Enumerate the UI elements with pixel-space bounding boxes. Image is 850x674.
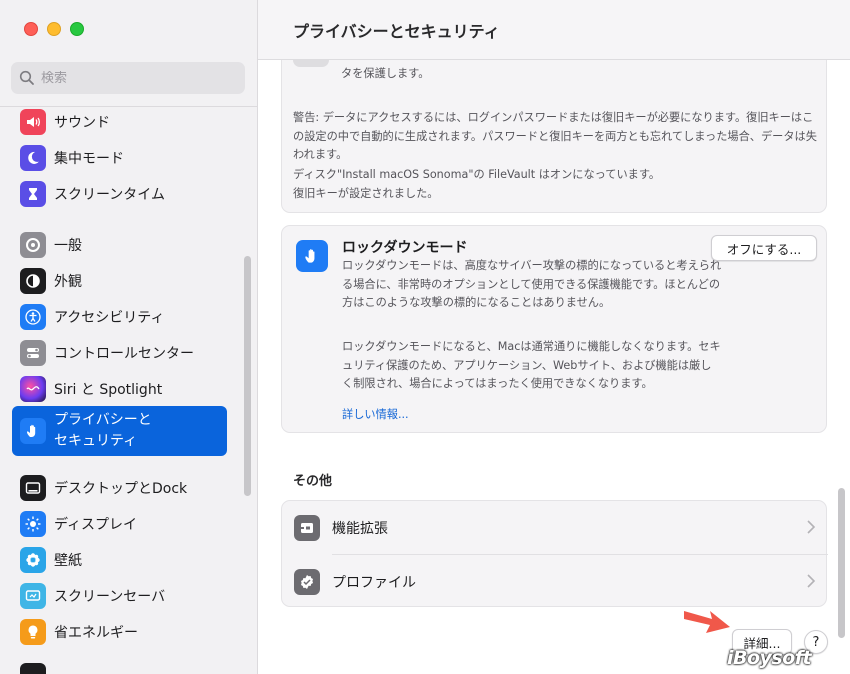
sidebar-item-accessibility[interactable]: アクセシビリティ (12, 300, 227, 334)
system-settings-window: サウンド 集中モード スクリーンタイム 一般 (0, 0, 850, 674)
sidebar-item-label: スクリーンタイム (54, 187, 166, 203)
row-extensions[interactable]: 機能拡張 (282, 501, 828, 554)
lockdown-description: ロックダウンモードは、高度なサイバー攻撃の標的になっていると考えられる場合に、非… (342, 259, 722, 309)
search-field[interactable] (11, 62, 245, 94)
wallpaper-icon (20, 547, 46, 573)
sidebar-item-screen-saver[interactable]: スクリーンセーバ (12, 579, 227, 613)
page-title: プライバシーとセキュリティ (293, 22, 500, 41)
siri-icon (20, 376, 46, 402)
row-label: プロファイル (332, 574, 416, 591)
sidebar-item-label: アクセシビリティ (54, 310, 165, 326)
minimize-window-button[interactable] (47, 22, 61, 36)
extensions-icon (294, 514, 320, 541)
close-window-button[interactable] (24, 22, 38, 36)
chevron-right-icon (807, 520, 816, 534)
sidebar-item-label: 一般 (54, 238, 82, 254)
filevault-status: ディスク"Install macOS Sonoma"の FileVault はオ… (293, 168, 661, 200)
sidebar-list: サウンド 集中モード スクリーンタイム 一般 外観 アクセシビリティ コントロー… (0, 107, 258, 674)
sidebar-item-wallpaper[interactable]: 壁紙 (12, 543, 227, 577)
dock-icon (20, 475, 46, 501)
main-pane: プライバシーとセキュリティ タを保護します。 警告: データにアクセスするには、… (258, 0, 850, 674)
gear-icon (20, 232, 46, 258)
toolbar: プライバシーとセキュリティ (258, 0, 850, 60)
others-card: 機能拡張 プロファイル (281, 500, 828, 608)
sidebar-scrollbar[interactable] (244, 256, 251, 496)
brightness-icon (20, 511, 46, 537)
sidebar-item-label: 省エネルギー (54, 625, 138, 641)
sidebar-item-label: Siri と Spotlight (54, 382, 163, 398)
watermark-logo: iBoysoft (727, 647, 812, 669)
sidebar-item-label: サウンド (54, 115, 110, 131)
moon-icon (20, 145, 46, 171)
sidebar-item-label: 外観 (54, 274, 82, 290)
lockdown-warning: ロックダウンモードになると、Macは通常通りに機能しなくなります。セキュリティ保… (342, 340, 721, 390)
profile-checkmark-icon (294, 568, 320, 595)
sidebar-item-siri-spotlight[interactable]: Siri と Spotlight (12, 372, 227, 406)
sidebar-item-control-center[interactable]: コントロールセンター (12, 336, 227, 370)
sidebar-item-label: ディスプレイ (54, 517, 138, 533)
sidebar-item-label: スクリーンセーバ (54, 589, 166, 605)
screensaver-icon (20, 583, 46, 609)
sidebar-item-energy-saver[interactable]: 省エネルギー (12, 615, 227, 649)
sidebar: サウンド 集中モード スクリーンタイム 一般 (0, 0, 258, 674)
main-scrollbar[interactable] (838, 488, 845, 638)
sidebar-item-sound[interactable]: サウンド (12, 107, 227, 139)
partial-icon (20, 663, 46, 674)
learn-more-link[interactable]: 詳しい情報... (342, 406, 409, 422)
annotation-arrow-icon (684, 611, 730, 633)
row-profiles[interactable]: プロファイル (282, 555, 828, 608)
lightbulb-icon (20, 619, 46, 645)
row-label: 機能拡張 (332, 520, 388, 537)
others-section-title: その他 (293, 474, 333, 489)
control-center-icon (20, 340, 46, 366)
hand-icon (296, 240, 328, 272)
speaker-icon (20, 109, 46, 135)
sidebar-item-label: コントロールセンター (54, 346, 194, 362)
sidebar-item-desktop-dock[interactable]: デスクトップとDock (12, 471, 227, 505)
appearance-icon (20, 268, 46, 294)
sidebar-item-label: 壁紙 (54, 553, 82, 569)
sidebar-item-displays[interactable]: ディスプレイ (12, 507, 227, 541)
hand-icon (20, 418, 46, 444)
window-controls (24, 22, 84, 36)
sidebar-item-general[interactable]: 一般 (12, 228, 227, 262)
sidebar-item-focus[interactable]: 集中モード (12, 141, 227, 175)
turn-off-lockdown-button[interactable]: オフにする... (711, 235, 817, 261)
sidebar-item-partial[interactable] (12, 659, 227, 674)
sidebar-item-label: デスクトップとDock (54, 481, 188, 497)
lockdown-title: ロックダウンモード (342, 240, 468, 256)
sidebar-item-label: プライバシーと セキュリティ (54, 412, 152, 449)
lockdown-card: ロックダウンモード ロックダウンモードは、高度なサイバー攻撃の標的になっていると… (281, 225, 827, 433)
zoom-window-button[interactable] (70, 22, 84, 36)
hourglass-icon (20, 181, 46, 207)
sidebar-item-label: 集中モード (54, 151, 124, 167)
accessibility-icon (20, 304, 46, 330)
search-icon (19, 70, 34, 85)
search-input[interactable] (41, 70, 231, 86)
sidebar-item-appearance[interactable]: 外観 (12, 264, 227, 298)
filevault-description: タを保護します。 (341, 67, 430, 80)
sidebar-item-screen-time[interactable]: スクリーンタイム (12, 177, 227, 211)
chevron-right-icon (807, 574, 816, 588)
filevault-warning: 警告: データにアクセスするには、ログインパスワードまたは復旧キーが必要になりま… (293, 111, 817, 161)
sidebar-item-privacy-security[interactable]: プライバシーと セキュリティ (12, 406, 227, 456)
